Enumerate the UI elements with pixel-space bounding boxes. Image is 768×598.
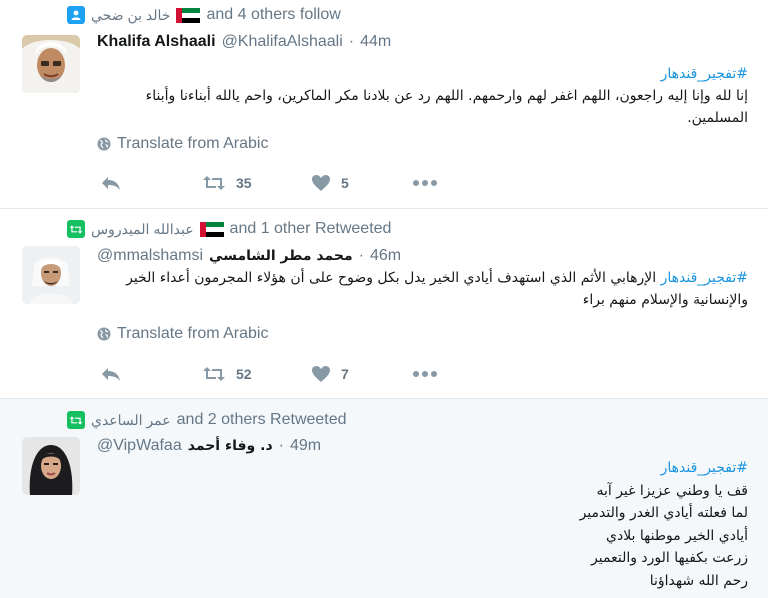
separator-dot: · <box>278 437 284 454</box>
tweet-text-content: الإرهابي الأثم الذي استهدف أيادي الخير ي… <box>126 270 748 308</box>
hashtag-link[interactable]: #تفجير_قندهار <box>96 457 748 480</box>
timestamp[interactable]: 44m <box>360 33 391 51</box>
tweet[interactable]: عبدالله الميدروس and 1 other Retweeted @… <box>0 209 768 399</box>
reply-button[interactable] <box>100 363 122 385</box>
translate-link[interactable]: Translate from Arabic <box>97 134 268 154</box>
context-text[interactable]: and 1 other Retweeted <box>230 220 392 238</box>
more-icon <box>413 180 437 186</box>
translate-label[interactable]: Translate from Arabic <box>117 135 268 153</box>
more-button[interactable] <box>412 363 438 385</box>
uae-flag-icon <box>199 221 224 237</box>
poem-line: رحم الله شهداؤنا <box>649 572 748 589</box>
tweet-header: @VipWafaa د. وفاء أحمد · 49m <box>97 437 321 459</box>
retweet-icon <box>203 367 225 381</box>
tweet-actions: 35 5 <box>100 172 440 194</box>
poem-line: زرعت بكفيها الورد والتعمير <box>591 550 748 566</box>
author-handle[interactable]: @KhalifaAlshaali <box>222 33 343 51</box>
translate-label[interactable]: Translate from Arabic <box>117 325 268 343</box>
more-button[interactable] <box>412 172 438 194</box>
tweet-text: #تفجير_قندهار إنا لله وإنا إليه راجعون، … <box>96 63 748 129</box>
context-user-link[interactable]: عبدالله الميدروس <box>91 221 194 238</box>
translate-link[interactable]: Translate from Arabic <box>97 324 268 344</box>
heart-icon <box>312 175 330 191</box>
context-user-link[interactable]: عمر الساعدي <box>91 412 171 429</box>
more-icon <box>413 371 437 377</box>
tweet-text-content: إنا لله وإنا إليه راجعون، اللهم اغفر لهم… <box>145 88 748 126</box>
tweet-context: عمر الساعدي and 2 others Retweeted <box>67 411 347 429</box>
retweet-button[interactable]: 52 <box>202 363 252 385</box>
tweet-header: @mmalshamsi محمد مطر الشامسي · 46m <box>97 247 401 269</box>
author-name[interactable]: Khalifa Alshaali <box>97 33 216 51</box>
avatar[interactable] <box>22 35 80 93</box>
separator-dot: · <box>348 33 355 50</box>
retweet-button[interactable]: 35 <box>202 172 252 194</box>
hashtag-link[interactable]: #تفجير_قندهار <box>96 63 748 85</box>
tweet-context: خالد بن ضحي and 4 others follow <box>67 6 341 24</box>
heart-icon <box>312 366 330 382</box>
poem-line: أيادي الخير موطنها بلادي <box>606 527 748 544</box>
context-text[interactable]: and 2 others Retweeted <box>177 411 347 429</box>
author-handle[interactable]: @mmalshamsi <box>97 247 203 265</box>
globe-icon <box>97 327 111 341</box>
retweet-count: 52 <box>236 366 252 382</box>
globe-icon <box>97 137 111 151</box>
tweet[interactable]: خالد بن ضحي and 4 others follow Khalifa … <box>0 0 768 209</box>
like-button[interactable]: 5 <box>311 172 349 194</box>
tweet-text: #تفجير_قندهار الإرهابي الأثم الذي استهدف… <box>96 267 748 311</box>
like-count: 7 <box>341 366 349 382</box>
poem-line: لما فعلته أيادي الغدر والتدمير <box>579 505 748 521</box>
hashtag-link[interactable]: #تفجير_قندهار <box>661 270 748 286</box>
uae-flag-icon <box>176 7 201 23</box>
like-button[interactable]: 7 <box>311 363 349 385</box>
timestamp[interactable]: 49m <box>290 437 321 455</box>
retweet-icon <box>67 220 85 238</box>
retweet-icon <box>67 411 85 429</box>
author-name[interactable]: د. وفاء أحمد <box>188 438 273 454</box>
reply-button[interactable] <box>100 172 122 194</box>
tweet-actions: 52 7 <box>100 363 440 385</box>
context-user-link[interactable]: خالد بن ضحي <box>91 7 170 24</box>
reply-icon <box>102 177 120 190</box>
tweet-header: Khalifa Alshaali @KhalifaAlshaali · 44m <box>97 33 391 55</box>
tweet[interactable]: عمر الساعدي and 2 others Retweeted @VipW… <box>0 399 768 598</box>
separator-dot: · <box>358 247 364 264</box>
retweet-icon <box>203 176 225 190</box>
timestamp[interactable]: 46m <box>370 247 401 265</box>
poem-line: قف يا وطني عزيزا غير آبه <box>596 482 748 499</box>
tweet-context: عبدالله الميدروس and 1 other Retweeted <box>67 220 391 238</box>
context-text[interactable]: and 4 others follow <box>206 6 340 24</box>
author-handle[interactable]: @VipWafaa <box>97 437 182 455</box>
person-icon <box>67 6 85 24</box>
avatar[interactable] <box>22 246 80 304</box>
author-name[interactable]: محمد مطر الشامسي <box>209 248 353 264</box>
like-count: 5 <box>341 175 349 191</box>
tweet-text: #تفجير_قندهار قف يا وطني عزيزا غير آبه ل… <box>96 457 748 592</box>
avatar[interactable] <box>22 437 80 495</box>
retweet-count: 35 <box>236 175 252 191</box>
reply-icon <box>102 368 120 381</box>
